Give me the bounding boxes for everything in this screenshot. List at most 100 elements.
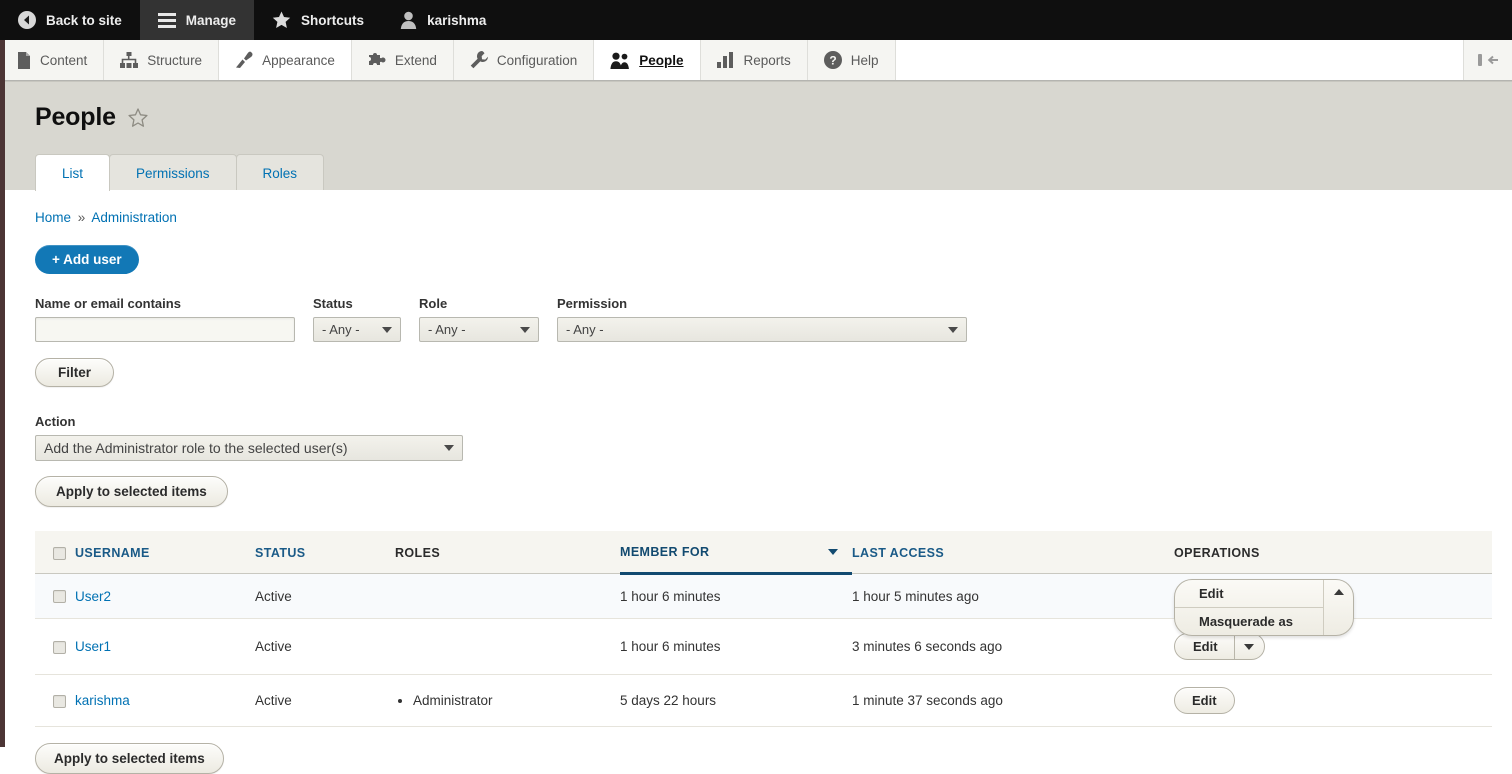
edit-button[interactable]: Edit bbox=[1174, 687, 1235, 714]
page-title: People bbox=[35, 103, 116, 131]
tab-roles-label: Roles bbox=[262, 166, 298, 181]
role-item: Administrator bbox=[413, 693, 620, 708]
wrench-icon bbox=[470, 51, 488, 69]
username-link[interactable]: User2 bbox=[75, 589, 111, 604]
back-to-site-label: Back to site bbox=[46, 12, 122, 28]
tab-list[interactable]: List bbox=[35, 154, 111, 191]
cell-member-for: 1 hour 6 minutes bbox=[620, 618, 852, 675]
menu-item-extend[interactable]: Extend bbox=[352, 40, 454, 80]
filter-role-group: Role - Any - bbox=[419, 296, 539, 342]
sitemap-icon bbox=[120, 52, 139, 68]
cell-username: karishma bbox=[75, 674, 255, 727]
cell-status: Active bbox=[255, 573, 395, 619]
menu-item-people-label: People bbox=[639, 52, 684, 68]
menu-item-people[interactable]: People bbox=[594, 40, 701, 80]
header-username-label: USERNAME bbox=[75, 545, 150, 560]
menu-item-structure[interactable]: Structure bbox=[104, 40, 220, 80]
operations-split-button: Edit bbox=[1174, 633, 1265, 660]
filter-status-label: Status bbox=[313, 296, 353, 311]
cell-status: Active bbox=[255, 618, 395, 675]
permission-select-value: - Any - bbox=[566, 322, 604, 337]
cell-member-for: 5 days 22 hours bbox=[620, 674, 852, 727]
filter-name-group: Name or email contains bbox=[35, 296, 295, 342]
people-table: USERNAME STATUS ROLES MEMBER FOR LAST AC… bbox=[35, 531, 1492, 727]
menu-item-configuration-label: Configuration bbox=[496, 52, 578, 68]
page-header-region: People List Permissions Roles bbox=[0, 81, 1512, 191]
select-all-checkbox[interactable] bbox=[53, 546, 66, 560]
search-input[interactable] bbox=[35, 317, 295, 342]
user-account-label: karishma bbox=[427, 12, 487, 28]
tab-roles[interactable]: Roles bbox=[235, 154, 325, 191]
row-checkbox[interactable] bbox=[53, 694, 66, 708]
row-checkbox[interactable] bbox=[53, 640, 66, 654]
file-icon bbox=[17, 51, 31, 69]
chevron-down-icon bbox=[948, 326, 958, 333]
apply-to-selected-items-button-top[interactable]: Apply to selected items bbox=[35, 476, 228, 507]
shortcuts-button[interactable]: Shortcuts bbox=[254, 0, 382, 40]
question-circle-icon: ? bbox=[823, 51, 842, 69]
header-member-for[interactable]: MEMBER FOR bbox=[620, 531, 852, 575]
permission-select[interactable]: - Any - bbox=[557, 317, 967, 342]
username-link[interactable]: karishma bbox=[75, 693, 130, 708]
breadcrumb: Home » Administration bbox=[35, 210, 1512, 225]
breadcrumb-link-home[interactable]: Home bbox=[35, 210, 71, 225]
header-username[interactable]: USERNAME bbox=[75, 531, 255, 574]
header-last-access[interactable]: LAST ACCESS bbox=[852, 531, 1174, 574]
puzzle-piece-icon bbox=[368, 52, 386, 68]
table-header-row: USERNAME STATUS ROLES MEMBER FOR LAST AC… bbox=[35, 531, 1492, 575]
row-select-cell bbox=[35, 618, 75, 675]
action-select[interactable]: Add the Administrator role to the select… bbox=[35, 435, 463, 461]
header-roles: ROLES bbox=[395, 531, 620, 574]
operations-masquerade-as-item[interactable]: Masquerade as bbox=[1175, 608, 1323, 635]
menu-item-reports[interactable]: Reports bbox=[701, 40, 808, 80]
back-arrow-circle-icon bbox=[18, 11, 36, 29]
header-roles-label: ROLES bbox=[395, 545, 441, 560]
cell-roles bbox=[395, 573, 620, 619]
chevron-down-icon bbox=[520, 326, 530, 333]
breadcrumb-link-administration[interactable]: Administration bbox=[91, 210, 177, 225]
operations-edit-item[interactable]: Edit bbox=[1175, 580, 1323, 608]
sort-descending-icon bbox=[828, 549, 838, 555]
action-group: Action Add the Administrator role to the… bbox=[35, 414, 1512, 507]
table-row: User2 Active 1 hour 6 minutes 1 hour 5 m… bbox=[35, 573, 1492, 636]
cell-roles bbox=[395, 618, 620, 675]
star-outline-icon[interactable] bbox=[128, 108, 148, 127]
manage-button[interactable]: Manage bbox=[139, 0, 255, 40]
people-table-wrapper: USERNAME STATUS ROLES MEMBER FOR LAST AC… bbox=[35, 531, 1492, 727]
menu-item-help[interactable]: ? Help bbox=[808, 40, 896, 80]
filter-role-label: Role bbox=[419, 296, 448, 311]
cell-username: User2 bbox=[75, 573, 255, 619]
add-user-button[interactable]: + Add user bbox=[35, 245, 139, 274]
role-select[interactable]: - Any - bbox=[419, 317, 539, 342]
row-checkbox[interactable] bbox=[53, 590, 66, 604]
header-status[interactable]: STATUS bbox=[255, 531, 395, 574]
edit-button[interactable]: Edit bbox=[1175, 634, 1234, 659]
operations-expand-toggle[interactable] bbox=[1233, 634, 1264, 659]
filter-permission-label: Permission bbox=[557, 296, 628, 311]
user-account-button[interactable]: karishma bbox=[382, 0, 504, 40]
header-select-all bbox=[35, 531, 75, 574]
admin-toolbar: Back to site Manage Shortcuts karishma bbox=[0, 0, 1512, 40]
filter-button[interactable]: Filter bbox=[35, 358, 115, 387]
cell-member-for: 1 hour 6 minutes bbox=[620, 573, 852, 619]
back-to-site-button[interactable]: Back to site bbox=[0, 0, 140, 40]
username-link[interactable]: User1 bbox=[75, 639, 111, 654]
shortcuts-label: Shortcuts bbox=[301, 12, 365, 28]
paintbrush-icon bbox=[235, 51, 253, 69]
tab-list-label: List bbox=[62, 166, 84, 181]
cell-roles: Administrator bbox=[395, 674, 620, 727]
cell-operations: Edit bbox=[1174, 674, 1492, 727]
cell-status: Active bbox=[255, 674, 395, 727]
tab-permissions[interactable]: Permissions bbox=[109, 154, 237, 191]
menu-bar-spacer bbox=[895, 40, 1464, 80]
apply-to-selected-items-button-bottom[interactable]: Apply to selected items bbox=[35, 743, 224, 774]
menu-item-configuration[interactable]: Configuration bbox=[454, 40, 595, 80]
action-label: Action bbox=[35, 414, 76, 429]
status-select[interactable]: - Any - bbox=[313, 317, 401, 342]
menu-item-help-label: Help bbox=[850, 52, 879, 68]
toolbar-orientation-icon[interactable] bbox=[1464, 40, 1512, 80]
manage-label: Manage bbox=[185, 12, 237, 28]
menu-item-appearance[interactable]: Appearance bbox=[219, 40, 352, 80]
menu-item-content[interactable]: Content bbox=[0, 40, 105, 80]
operations-collapse-toggle[interactable] bbox=[1323, 580, 1353, 635]
